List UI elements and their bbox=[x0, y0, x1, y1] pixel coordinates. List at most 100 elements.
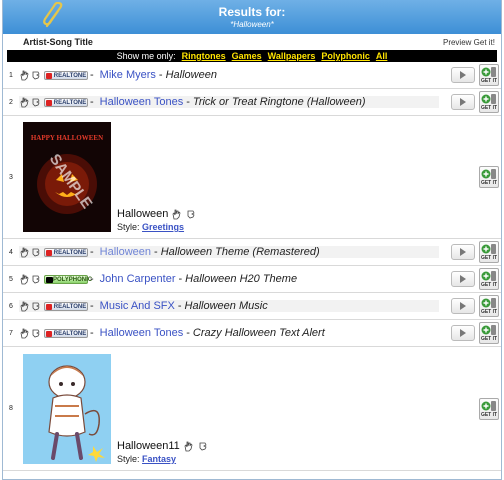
play-icon bbox=[460, 71, 466, 79]
get-it-button[interactable]: GET IT bbox=[479, 166, 499, 188]
song-title: Trick or Treat Ringtone (Halloween) bbox=[192, 96, 366, 108]
play-icon bbox=[460, 275, 466, 283]
play-button[interactable] bbox=[451, 67, 475, 83]
style-link[interactable]: Fantasy bbox=[142, 454, 176, 464]
song-title: Halloween bbox=[165, 69, 217, 81]
get-it-button[interactable]: GET IT bbox=[479, 241, 499, 263]
filter-label: Show me only: bbox=[116, 51, 176, 61]
add-phone-icon bbox=[481, 244, 496, 254]
hand-icon bbox=[184, 441, 193, 451]
column-preview-getit: Preview Get it! bbox=[442, 37, 495, 47]
wallpaper-row: 3 HAPPY HALLOWEEN SAMPLE Halloween Style… bbox=[3, 116, 501, 239]
get-it-button[interactable]: GET IT bbox=[479, 397, 499, 420]
wallpaper-thumbnail[interactable] bbox=[23, 354, 111, 464]
hand-icon bbox=[20, 274, 29, 284]
song-title: Halloween H20 Theme bbox=[185, 273, 298, 285]
hand-icon bbox=[20, 70, 29, 80]
search-query: *Halloween* bbox=[230, 20, 274, 29]
row-number: 8 bbox=[9, 405, 13, 412]
hand-icon bbox=[32, 98, 40, 106]
play-button[interactable] bbox=[451, 271, 475, 287]
row-number: 4 bbox=[9, 248, 13, 256]
row-number: 5 bbox=[9, 275, 13, 283]
wallpaper-thumbnail[interactable]: HAPPY HALLOWEEN SAMPLE bbox=[23, 122, 111, 232]
result-row: 7 REALTONE - Halloween Tones - Crazy Hal… bbox=[3, 320, 501, 347]
play-icon bbox=[460, 329, 466, 337]
hand-icon bbox=[199, 442, 207, 450]
filter-bar: Show me only: Ringtones Games Wallpapers… bbox=[7, 50, 497, 62]
realtone-badge: REALTONE bbox=[44, 97, 88, 107]
paperclip-icon bbox=[43, 2, 63, 28]
song-title: Halloween Music bbox=[184, 300, 268, 312]
song-title: Crazy Halloween Text Alert bbox=[192, 327, 325, 339]
hand-icon bbox=[32, 248, 40, 256]
add-phone-icon bbox=[481, 67, 496, 77]
realtone-badge: REALTONE bbox=[44, 70, 88, 80]
artist-link[interactable]: Halloween Tones bbox=[100, 96, 184, 108]
column-header: Artist-Song Title Preview Get it! bbox=[3, 34, 501, 50]
realtone-badge: REALTONE bbox=[44, 247, 88, 257]
add-phone-icon bbox=[481, 271, 496, 281]
result-row: 5 POLYPHONIC - John Carpenter - Hallowee… bbox=[3, 266, 501, 293]
filter-wallpapers[interactable]: Wallpapers bbox=[268, 51, 316, 61]
result-row: 6 REALTONE - Music And SFX - Halloween M… bbox=[3, 293, 501, 320]
add-phone-icon bbox=[481, 298, 496, 308]
play-button[interactable] bbox=[451, 325, 475, 341]
get-it-button[interactable]: GET IT bbox=[479, 295, 499, 317]
get-it-button[interactable]: GET IT bbox=[479, 322, 499, 344]
add-phone-icon bbox=[481, 94, 496, 104]
result-row: 1 REALTONE - Mike Myers - Halloween GET … bbox=[3, 62, 501, 89]
realtone-badge: REALTONE bbox=[44, 328, 88, 338]
add-phone-icon bbox=[481, 325, 496, 335]
realtone-badge: REALTONE bbox=[44, 301, 88, 311]
artist-link[interactable]: Music And SFX bbox=[100, 300, 175, 312]
hand-icon bbox=[32, 275, 40, 283]
hand-icon bbox=[187, 210, 195, 218]
wallpaper-row: 8 Halloween11 Style: Fantasy GET IT bbox=[3, 347, 501, 471]
style-link[interactable]: Greetings bbox=[142, 222, 184, 232]
filter-games[interactable]: Games bbox=[232, 51, 262, 61]
result-row: 2 REALTONE - Halloween Tones - Trick or … bbox=[3, 89, 501, 116]
artist-link[interactable]: Halloween bbox=[100, 246, 151, 258]
add-phone-icon bbox=[481, 169, 496, 179]
polyphonic-badge: POLYPHONIC bbox=[44, 274, 92, 284]
wallpaper-caption: HAPPY HALLOWEEN bbox=[31, 134, 103, 142]
row-number: 3 bbox=[9, 173, 13, 181]
wallpaper-style: Style: Fantasy bbox=[117, 454, 177, 464]
row-number: 2 bbox=[9, 98, 13, 106]
song-title: Halloween Theme (Remastered) bbox=[160, 246, 320, 258]
hand-icon bbox=[32, 329, 40, 337]
play-button[interactable] bbox=[451, 94, 475, 110]
row-number: 6 bbox=[9, 302, 13, 310]
hand-icon bbox=[20, 97, 29, 107]
hand-icon bbox=[32, 302, 40, 310]
wallpaper-name: Halloween11 bbox=[117, 440, 180, 452]
hand-icon bbox=[20, 247, 29, 257]
result-row: 4 REALTONE - Halloween - Halloween Theme… bbox=[3, 239, 501, 266]
hand-icon bbox=[20, 328, 29, 338]
play-icon bbox=[460, 98, 466, 106]
hand-icon bbox=[32, 71, 40, 79]
play-icon bbox=[460, 248, 466, 256]
add-phone-icon bbox=[481, 400, 496, 411]
results-title: Results for: bbox=[218, 5, 286, 19]
row-number: 7 bbox=[9, 329, 13, 337]
filter-ringtones[interactable]: Ringtones bbox=[182, 51, 226, 61]
get-it-button[interactable]: GET IT bbox=[479, 91, 499, 113]
wallpaper-style: Style: Greetings bbox=[117, 222, 185, 232]
play-icon bbox=[460, 302, 466, 310]
column-title: Artist-Song Title bbox=[23, 37, 93, 47]
play-button[interactable] bbox=[451, 244, 475, 260]
wallpaper-name: Halloween bbox=[117, 208, 169, 220]
hand-icon bbox=[172, 209, 181, 219]
results-panel: Results for: *Halloween* Artist-Song Tit… bbox=[2, 0, 502, 480]
artist-link[interactable]: Halloween Tones bbox=[100, 327, 184, 339]
filter-all[interactable]: All bbox=[376, 51, 388, 61]
filter-polyphonic[interactable]: Polyphonic bbox=[321, 51, 370, 61]
row-number: 1 bbox=[9, 71, 13, 79]
get-it-button[interactable]: GET IT bbox=[479, 64, 499, 86]
play-button[interactable] bbox=[451, 298, 475, 314]
artist-link[interactable]: John Carpenter bbox=[100, 273, 176, 285]
artist-link[interactable]: Mike Myers bbox=[100, 69, 156, 81]
get-it-button[interactable]: GET IT bbox=[479, 268, 499, 290]
